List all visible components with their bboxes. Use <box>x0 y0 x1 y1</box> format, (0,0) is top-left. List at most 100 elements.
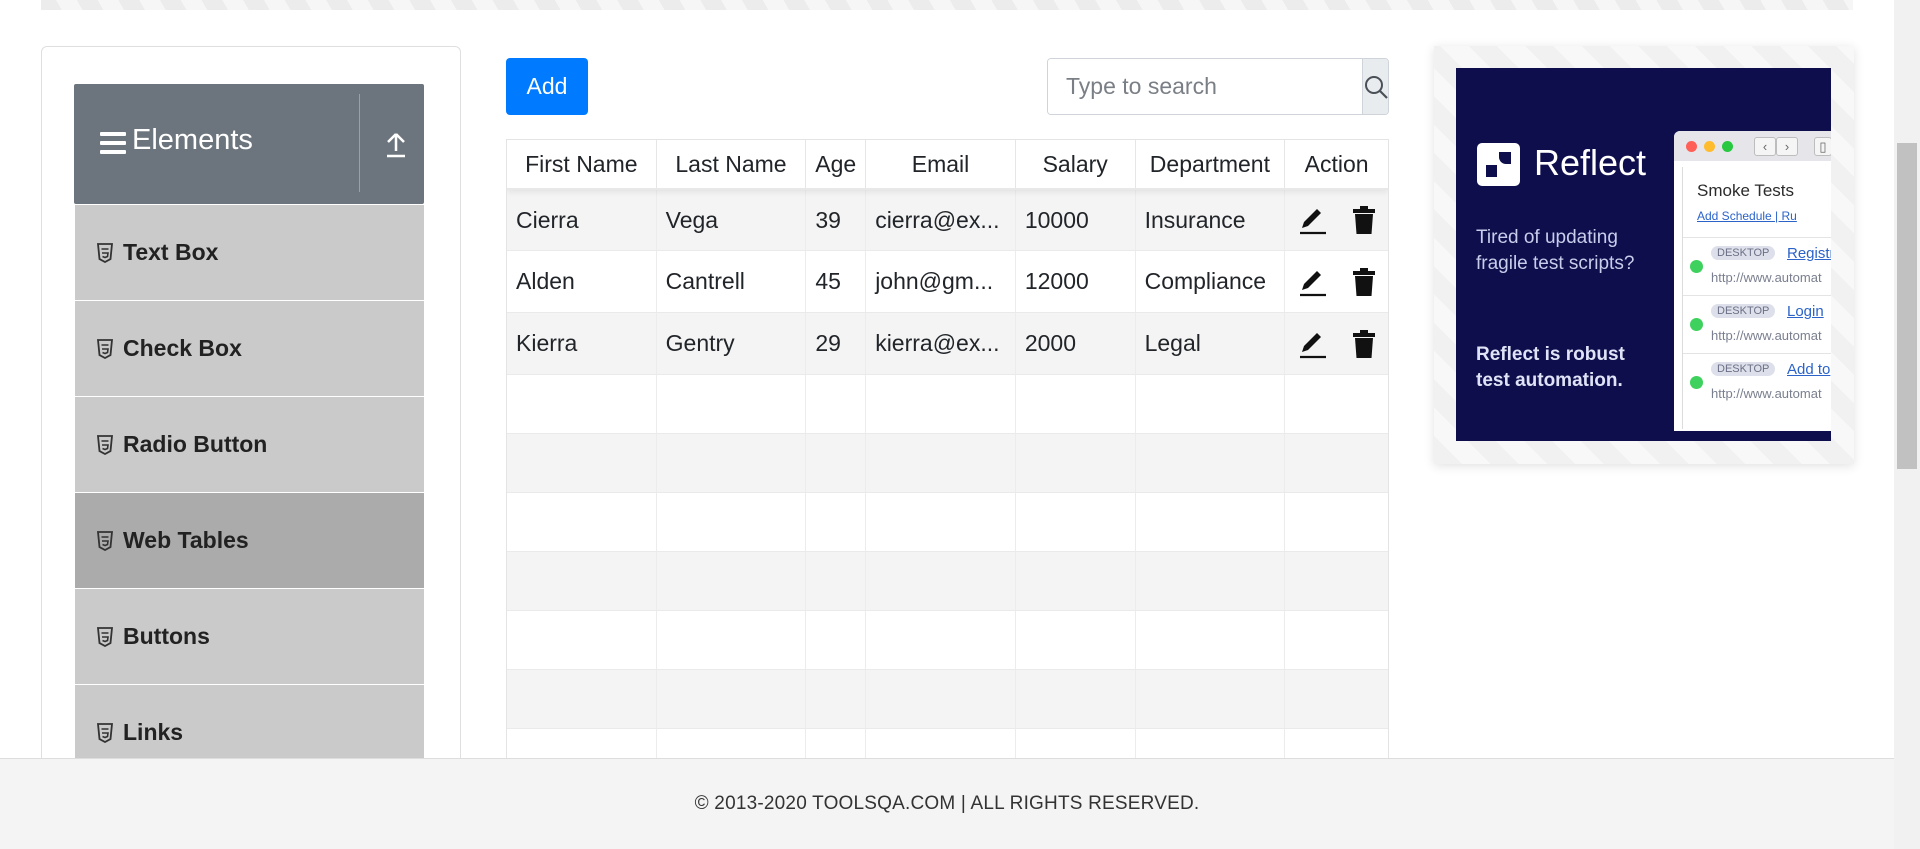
table-row: Kierra Gentry 29 kierra@ex... 2000 Legal <box>507 313 1388 375</box>
cell-first-name: Cierra <box>507 190 657 250</box>
cell-email: kierra@ex... <box>866 313 1016 374</box>
column-header-age[interactable]: Age <box>806 140 867 188</box>
table-row-empty <box>507 493 1388 552</box>
edit-pencil-icon[interactable] <box>1297 328 1327 360</box>
html5-icon <box>97 434 113 455</box>
test-row: DESKTOP Login http://www.automat <box>1683 295 1831 353</box>
footer-copyright: © 2013-2020 TOOLSQA.COM | ALL RIGHTS RES… <box>694 793 1200 814</box>
table-row: Alden Cantrell 45 john@gm... 12000 Compl… <box>507 251 1388 313</box>
cell-first-name: Kierra <box>507 313 657 374</box>
status-dot-icon <box>1690 260 1703 273</box>
search-input[interactable] <box>1048 59 1362 114</box>
cell-last-name: Cantrell <box>657 251 807 312</box>
test-tag: DESKTOP <box>1711 362 1776 376</box>
cell-age: 29 <box>806 313 867 374</box>
html5-icon <box>97 242 113 263</box>
collapse-arrow-icon[interactable] <box>384 131 408 159</box>
page: Elements Text Box Check Box Radio Button <box>0 0 1920 849</box>
sidebar-item-text-box[interactable]: Text Box <box>75 205 424 301</box>
test-name: Registr <box>1787 245 1831 262</box>
maximize-dot-icon <box>1722 141 1733 152</box>
search-icon <box>1365 75 1388 99</box>
web-table: First Name Last Name Age Email Salary De… <box>506 139 1389 759</box>
cell-department: Insurance <box>1136 190 1286 250</box>
cell-action <box>1285 313 1388 374</box>
cell-salary: 10000 <box>1016 190 1136 250</box>
table-row: Cierra Vega 39 cierra@ex... 10000 Insura… <box>507 190 1388 251</box>
delete-trash-icon[interactable] <box>1349 204 1379 236</box>
column-header-last-name[interactable]: Last Name <box>657 140 807 188</box>
status-dot-icon <box>1690 318 1703 331</box>
add-button[interactable]: Add <box>506 58 588 115</box>
table-row-empty <box>507 434 1388 493</box>
group-header-elements[interactable]: Elements <box>74 84 424 204</box>
group-title: Elements <box>132 124 253 156</box>
test-tag: DESKTOP <box>1711 246 1776 260</box>
sidebar-item-radio-button[interactable]: Radio Button <box>75 397 424 493</box>
header-divider <box>359 94 360 192</box>
cell-age: 39 <box>806 190 867 250</box>
sidebar-item-label: Check Box <box>123 335 242 361</box>
table-row-empty <box>507 611 1388 670</box>
cell-department: Compliance <box>1136 251 1286 312</box>
test-url: http://www.automat <box>1711 328 1822 343</box>
ad-browser-mockup: ‹ › ▯ Smoke Tests Add Schedule | Ru DESK… <box>1674 131 1831 431</box>
column-header-department[interactable]: Department <box>1136 140 1286 188</box>
search-box <box>1047 58 1389 115</box>
html5-icon <box>97 722 113 743</box>
cell-department: Legal <box>1136 313 1286 374</box>
column-header-salary[interactable]: Salary <box>1016 140 1136 188</box>
search-button[interactable] <box>1362 59 1388 114</box>
html5-icon <box>97 530 113 551</box>
sidebar-item-check-box[interactable]: Check Box <box>75 301 424 397</box>
ad-headline: Reflect is robust test automation. <box>1476 344 1625 391</box>
cell-email: john@gm... <box>866 251 1016 312</box>
table-row-empty <box>507 729 1388 758</box>
cell-salary: 2000 <box>1016 313 1136 374</box>
cell-first-name: Alden <box>507 251 657 312</box>
test-row: DESKTOP Add to http://www.automat <box>1683 353 1831 411</box>
ad-frame: Reflect Tired of updating fragile test s… <box>1434 46 1854 464</box>
ad-brand: Reflect <box>1534 142 1647 183</box>
ad-tagline: Tired of updating fragile test scripts? <box>1476 227 1635 274</box>
test-tag: DESKTOP <box>1711 304 1776 318</box>
html5-icon <box>97 338 113 359</box>
table-row-empty <box>507 670 1388 729</box>
html5-icon <box>97 626 113 647</box>
edit-pencil-icon[interactable] <box>1297 266 1327 298</box>
close-dot-icon <box>1686 141 1697 152</box>
delete-trash-icon[interactable] <box>1349 266 1379 298</box>
sidebar-item-web-tables[interactable]: Web Tables <box>75 493 424 589</box>
cell-last-name: Vega <box>657 190 807 250</box>
sidebar-item-label: Buttons <box>123 623 210 649</box>
cell-last-name: Gentry <box>657 313 807 374</box>
scrollbar-thumb[interactable] <box>1897 143 1917 469</box>
smoke-tests-title: Smoke Tests <box>1697 181 1795 200</box>
sidebar-item-label: Radio Button <box>123 431 268 457</box>
sidebar-item-label: Text Box <box>123 239 219 265</box>
vertical-scrollbar[interactable] <box>1894 0 1920 849</box>
left-sidebar: Elements Text Box Check Box Radio Button <box>41 46 461 786</box>
table-header: First Name Last Name Age Email Salary De… <box>507 140 1388 190</box>
cell-salary: 12000 <box>1016 251 1136 312</box>
column-header-email[interactable]: Email <box>866 140 1016 188</box>
column-header-first-name[interactable]: First Name <box>507 140 657 188</box>
test-url: http://www.automat <box>1711 270 1822 285</box>
reflect-ad[interactable]: Reflect Tired of updating fragile test s… <box>1456 68 1831 441</box>
edit-pencil-icon[interactable] <box>1297 204 1327 236</box>
reflect-logo-icon <box>1477 143 1520 186</box>
smoke-tests-links: Add Schedule | Ru <box>1697 209 1797 223</box>
back-arrow-icon: ‹ <box>1754 137 1776 156</box>
test-name: Login <box>1787 303 1824 320</box>
column-header-action[interactable]: Action <box>1285 140 1388 188</box>
sidebar-item-label: Links <box>123 719 184 745</box>
browser-bar: ‹ › ▯ <box>1674 131 1831 161</box>
browser-body: Smoke Tests Add Schedule | Ru DESKTOP Re… <box>1682 167 1831 429</box>
sidebar-toggle-icon: ▯ <box>1814 137 1831 156</box>
footer: © 2013-2020 TOOLSQA.COM | ALL RIGHTS RES… <box>0 758 1894 849</box>
forward-arrow-icon: › <box>1776 137 1798 156</box>
hamburger-icon <box>100 132 126 154</box>
sidebar-item-buttons[interactable]: Buttons <box>75 589 424 685</box>
delete-trash-icon[interactable] <box>1349 328 1379 360</box>
status-dot-icon <box>1690 376 1703 389</box>
